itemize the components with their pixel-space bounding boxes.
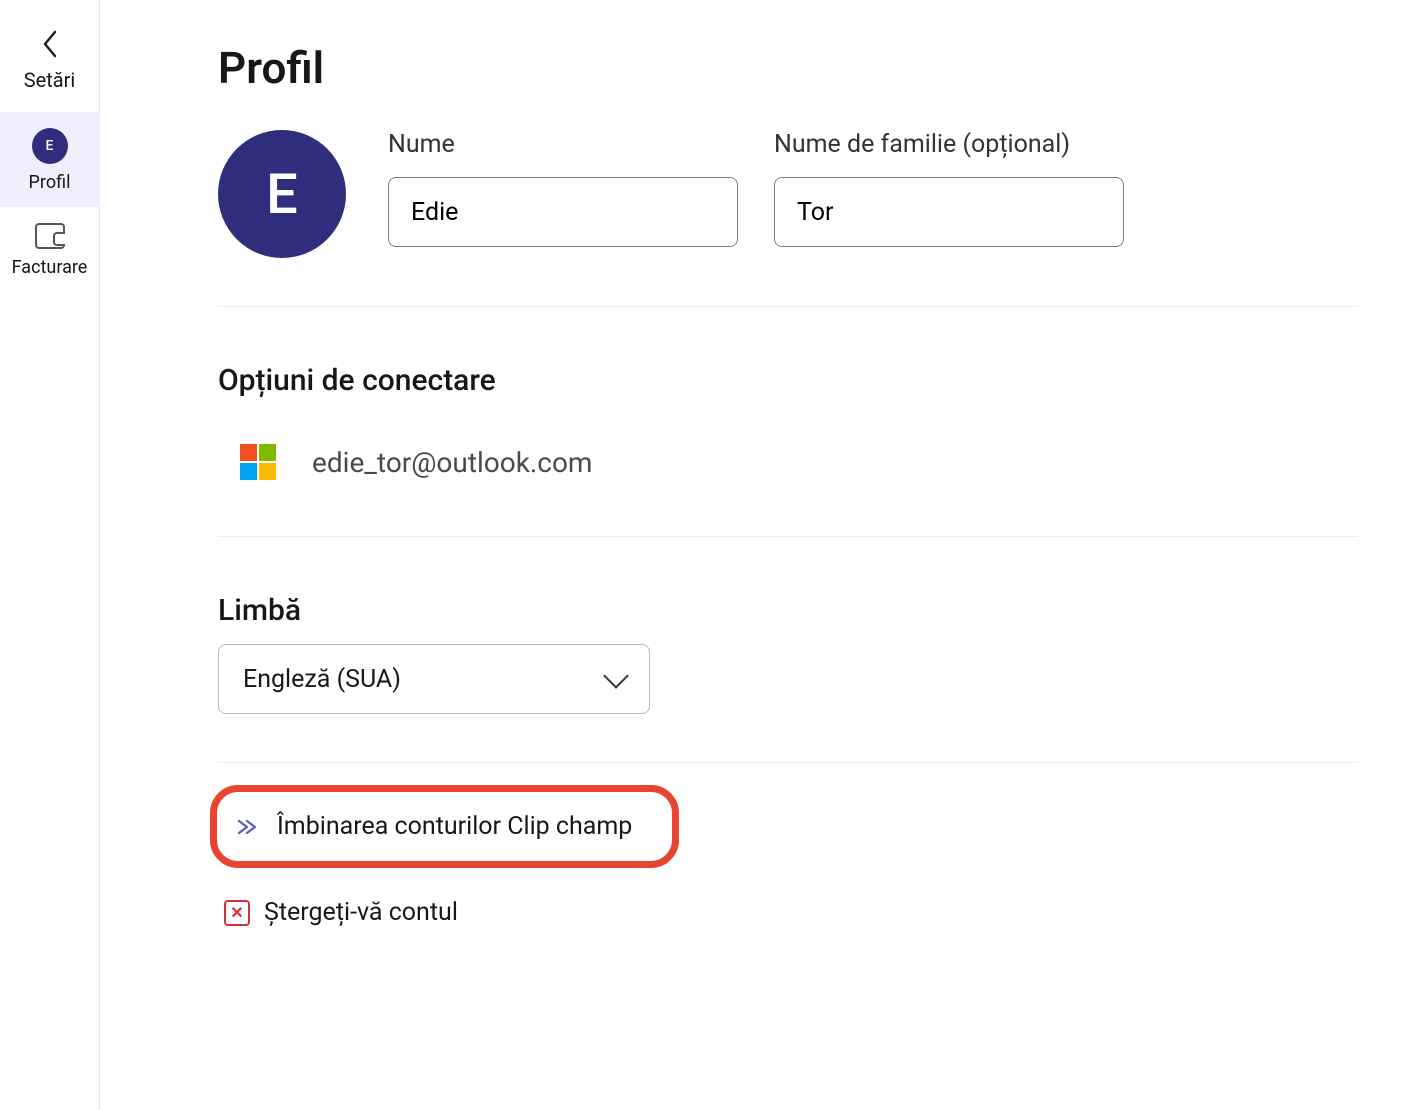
login-options-title: Opțiuni de conectare — [218, 363, 1358, 398]
sidebar-item-billing[interactable]: Facturare — [0, 207, 100, 292]
avatar-small: E — [32, 128, 68, 164]
login-email: edie_tor@outlook.com — [312, 446, 592, 479]
sidebar-header: Setări — [24, 68, 76, 92]
login-options-section: Opțiuni de conectare edie_tor@outlook.co… — [218, 307, 1358, 537]
account-actions: Îmbinarea conturilor Clip champ ✕ Șterge… — [218, 763, 1358, 939]
delete-account-label: Ștergeți-vă contul — [264, 898, 458, 927]
page-title: Profil — [218, 42, 1358, 94]
login-option-microsoft: edie_tor@outlook.com — [218, 444, 1358, 480]
chevron-left-icon — [41, 30, 59, 58]
first-name-group: Nume — [388, 130, 738, 247]
microsoft-icon — [240, 444, 276, 480]
language-selected-value: Engleză (SUA) — [243, 665, 401, 694]
profile-section: E Nume Nume de familie (opțional) — [218, 130, 1358, 307]
chevron-down-icon — [603, 663, 628, 688]
sidebar-item-profile[interactable]: E Profil — [0, 112, 100, 207]
sidebar-item-label: Facturare — [12, 257, 88, 278]
avatar: E — [218, 130, 346, 258]
sidebar: Setări E Profil Facturare — [0, 0, 100, 1110]
back-button[interactable] — [30, 24, 70, 64]
language-select[interactable]: Engleză (SUA) — [218, 644, 650, 714]
main-content: Profil E Nume Nume de familie (opțional)… — [100, 0, 1418, 1110]
first-name-label: Nume — [388, 130, 738, 159]
merge-accounts-label: Îmbinarea conturilor Clip champ — [277, 812, 632, 841]
first-name-input[interactable] — [388, 177, 738, 247]
language-section: Limbă Engleză (SUA) — [218, 537, 1358, 763]
language-label: Limbă — [218, 593, 1358, 628]
sidebar-item-label: Profil — [29, 172, 71, 193]
close-box-icon: ✕ — [224, 900, 250, 926]
merge-accounts-button[interactable]: Îmbinarea conturilor Clip champ — [210, 785, 679, 868]
last-name-group: Nume de familie (opțional) — [774, 130, 1124, 247]
wallet-icon — [35, 223, 65, 249]
last-name-label: Nume de familie (opțional) — [774, 130, 1124, 159]
delete-account-button[interactable]: ✕ Ștergeți-vă contul — [218, 886, 1358, 939]
avatar-letter: E — [266, 161, 298, 227]
merge-icon — [237, 817, 265, 837]
avatar-letter: E — [46, 138, 54, 154]
last-name-input[interactable] — [774, 177, 1124, 247]
